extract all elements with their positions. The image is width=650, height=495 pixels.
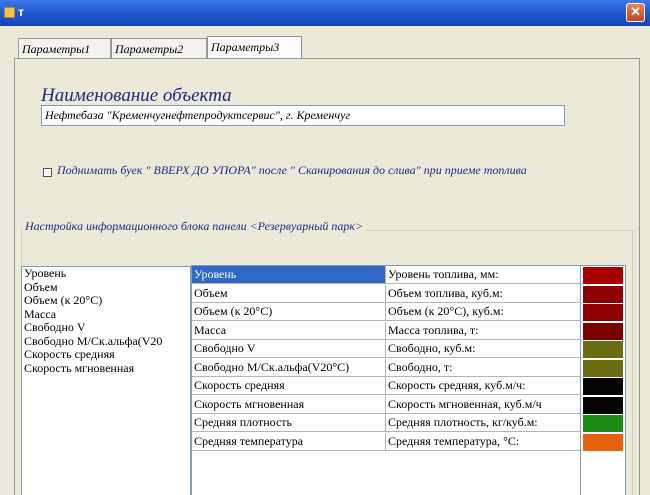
grid-cell-caption[interactable]: Уровень топлива, мм: — [386, 266, 584, 284]
tab-parameters-1[interactable]: Параметры1 — [18, 38, 111, 59]
available-field-item[interactable]: Объем — [22, 280, 190, 295]
available-field-item[interactable]: Скорость мгновенная — [22, 361, 190, 376]
grid-row[interactable]: Скорость средняя Скорость средняя, куб.м/… — [192, 377, 590, 395]
available-field-item[interactable]: Скорость средняя — [22, 347, 190, 362]
color-swatch[interactable] — [583, 415, 623, 432]
color-swatch[interactable] — [583, 433, 623, 451]
grid-cell-caption[interactable]: Средняя температура, °С: — [386, 432, 584, 451]
grid-cell-caption[interactable]: Скорость мгновенная, куб.м/ч — [386, 395, 584, 414]
grid-row[interactable]: Средняя температура Средняя температура, … — [192, 432, 590, 451]
available-fields-list[interactable]: Уровень Объем Объем (к 20°С) Масса Свободно … — [21, 266, 191, 495]
grid-cell-field[interactable]: Свободно М/Ск.альфа(V20°С) — [192, 358, 386, 377]
grid-cell-field[interactable]: Скорость мгновенная — [192, 395, 386, 414]
object-name-input[interactable]: Нефтебаза "Кременчугнефтепродуктсервис",… — [41, 105, 565, 126]
grid-cell-field[interactable]: Масса — [192, 321, 386, 340]
app-icon — [4, 7, 15, 18]
field-colors-column[interactable] — [580, 265, 626, 495]
grid-cell-caption[interactable]: Масса топлива, т: — [386, 321, 584, 340]
tab-panel: Наименование объекта Нефтебаза "Кременчу… — [14, 58, 640, 495]
grid-cell-caption[interactable]: Объем топлива, куб.м: — [386, 284, 584, 303]
grid-cell-field[interactable]: Уровень — [192, 266, 386, 284]
raise-float-label[interactable]: Поднимать буек " ВВЕРХ ДО УПОРА" после "… — [57, 162, 577, 179]
available-field-item[interactable]: Уровень — [22, 267, 190, 281]
color-swatch[interactable] — [583, 359, 623, 377]
grid-cell-field[interactable]: Свободно V — [192, 340, 386, 358]
grid-row[interactable]: Скорость мгновенная Скорость мгновенная, … — [192, 395, 590, 414]
tab-parameters-2[interactable]: Параметры2 — [111, 38, 207, 59]
grid-cell-caption[interactable]: Свободно, т: — [386, 358, 584, 377]
close-button[interactable]: ✕ — [626, 3, 645, 22]
color-swatch[interactable] — [583, 378, 623, 395]
available-field-item[interactable]: Свободно М/Ск.альфа(V20 — [22, 334, 190, 349]
grid-row[interactable]: Уровень Уровень топлива, мм: — [192, 266, 590, 284]
grid-cell-caption[interactable]: Средняя плотность, кг/куб.м: — [386, 414, 584, 432]
grid-row[interactable]: Свободно V Свободно, куб.м: — [192, 340, 590, 358]
color-swatch[interactable] — [583, 396, 623, 414]
color-swatch[interactable] — [583, 341, 623, 358]
color-swatch[interactable] — [583, 267, 623, 284]
title-bar[interactable]: т ✕ — [0, 0, 650, 26]
grid-cell-field[interactable]: Средняя плотность — [192, 414, 386, 432]
raise-float-checkbox[interactable] — [43, 168, 52, 177]
info-block-group-title: Настройка информационного блока панели <… — [23, 219, 366, 234]
grid-cell-caption[interactable]: Скорость средняя, куб.м/ч: — [386, 377, 584, 395]
grid-row[interactable]: Масса Масса топлива, т: — [192, 321, 590, 340]
grid-cell-field[interactable]: Скорость средняя — [192, 377, 386, 395]
window-title: т — [18, 5, 24, 19]
object-name-label: Наименование объекта — [41, 85, 232, 106]
tab-parameters-3[interactable]: Параметры3 — [207, 36, 302, 59]
available-field-item[interactable]: Объем (к 20°С) — [22, 293, 190, 308]
grid-cell-caption[interactable]: Объем (к 20°С), куб.м: — [386, 303, 584, 321]
grid-row[interactable]: Средняя плотность Средняя плотность, кг/к… — [192, 414, 590, 432]
grid-row[interactable]: Объем (к 20°С) Объем (к 20°С), куб.м: — [192, 303, 590, 321]
color-swatch[interactable] — [583, 322, 623, 340]
grid-cell-field[interactable]: Средняя температура — [192, 432, 386, 451]
available-field-item[interactable]: Свободно V — [22, 320, 190, 335]
close-icon: ✕ — [630, 4, 641, 19]
available-field-item[interactable]: Масса — [22, 307, 190, 322]
grid-cell-caption[interactable]: Свободно, куб.м: — [386, 340, 584, 358]
color-swatch[interactable] — [583, 304, 623, 321]
color-swatch[interactable] — [583, 285, 623, 303]
field-settings-grid[interactable]: Уровень Уровень топлива, мм: Объем Объем то… — [191, 265, 591, 495]
grid-row[interactable]: Объем Объем топлива, куб.м: — [192, 284, 590, 303]
grid-cell-field[interactable]: Объем (к 20°С) — [192, 303, 386, 321]
grid-cell-field[interactable]: Объем — [192, 284, 386, 303]
settings-window: т ✕ Параметры1 Параметры2 Параметры3 Наи… — [0, 0, 650, 495]
grid-row[interactable]: Свободно М/Ск.альфа(V20°С) Свободно, т: — [192, 358, 590, 377]
